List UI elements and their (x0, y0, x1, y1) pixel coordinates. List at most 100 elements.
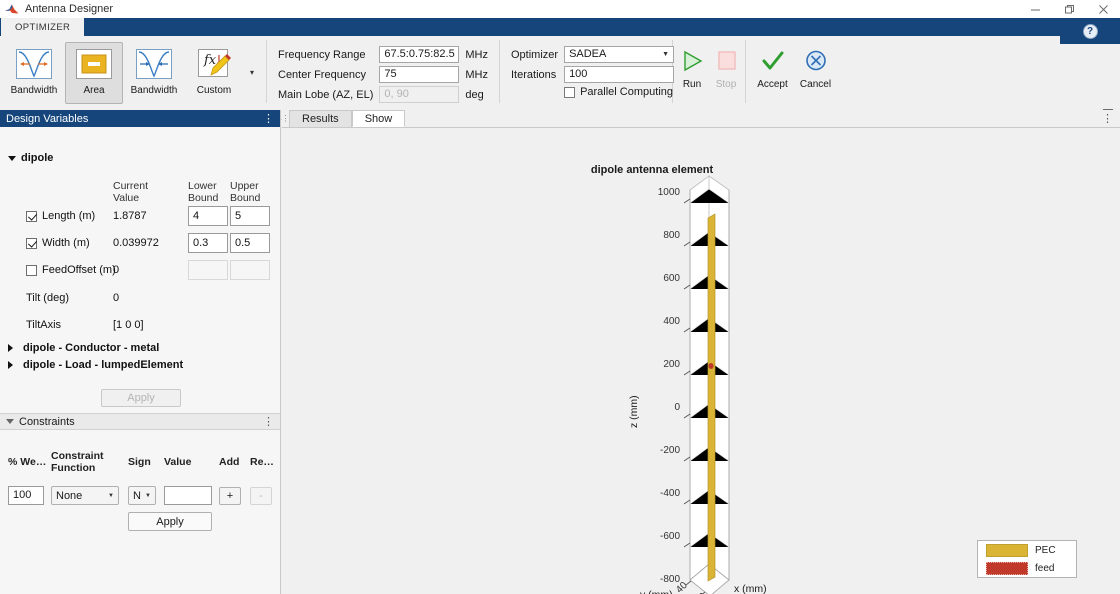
cancel-button[interactable]: Cancel (794, 42, 837, 104)
dv-col-upper-bound: Upper Bound (230, 180, 261, 204)
stop-icon (706, 46, 746, 76)
chevron-right-icon (8, 344, 13, 352)
design-variables-body: dipole Current Value Lower Bound Upper B… (0, 127, 280, 413)
design-variables-panel-header: Design Variables ⋮ (0, 110, 280, 127)
constraints-panel-header[interactable]: Constraints ⋮ (0, 413, 280, 430)
dv-feedoffset-label: FeedOffset (m) (42, 264, 116, 276)
tab-optimizer[interactable]: OPTIMIZER (0, 18, 86, 36)
dv-feedoffset-upper-input[interactable] (230, 260, 270, 280)
iterations-label: Iterations (511, 68, 557, 81)
objective-bandwidth-outward-button[interactable]: Bandwidth (5, 42, 63, 104)
center-frequency-input[interactable]: 75 (379, 66, 460, 83)
design-variables-menu-button[interactable]: ⋮ (263, 112, 274, 125)
z-tick-1000: 1000 (657, 187, 680, 198)
dv-length-label: Length (m) (42, 210, 96, 222)
frequency-range-label: Frequency Range (278, 48, 366, 61)
run-label: Run (682, 78, 702, 90)
objective-custom-label: Custom (196, 84, 232, 96)
dv-tilt-label: Tilt (deg) (26, 292, 69, 304)
dv-row-feedoffset: FeedOffset (m) 0 (0, 259, 281, 281)
parallel-computing-row[interactable]: Parallel Computing (564, 86, 674, 98)
design-variables-title: Design Variables (6, 112, 89, 125)
dv-width-label: Width (m) (42, 237, 90, 249)
dv-subgroup-load-label: dipole - Load - lumpedElement (23, 359, 184, 371)
main-lobe-unit: deg (465, 88, 484, 101)
center-frequency-label: Center Frequency (278, 68, 367, 81)
accept-button[interactable]: Accept (751, 42, 794, 104)
constraint-value-input[interactable] (164, 486, 212, 505)
maximize-button[interactable] (1052, 0, 1086, 18)
optimizer-select-value: SADEA (569, 48, 607, 60)
legend-swatch-feed (986, 561, 1028, 575)
chevron-down-icon: ▼ (108, 492, 114, 499)
plot-legend: PEC feed (977, 540, 1077, 578)
objective-bandwidth-inward-button[interactable]: Bandwidth (125, 42, 183, 104)
ribbon-group-close: Accept Cancel CLOSE (746, 36, 842, 120)
tab-show[interactable]: Show (351, 110, 406, 127)
parallel-computing-checkbox[interactable] (564, 86, 576, 98)
tab-results[interactable]: Results (289, 110, 352, 127)
dv-length-checkbox[interactable] (26, 210, 37, 222)
constraints-apply-button[interactable]: Apply (128, 512, 212, 531)
dv-width-upper-input[interactable]: 0.5 (230, 233, 270, 253)
ribbon-group-run: Run Stop RUN (673, 36, 745, 120)
constraints-col-weight: % We… (8, 456, 47, 468)
dv-tiltaxis-label: TiltAxis (26, 319, 62, 331)
constraint-weight-input[interactable]: 100 (8, 486, 44, 505)
constraints-col-remove: Re… (250, 456, 274, 468)
objective-area-button[interactable]: Area (65, 41, 123, 104)
constraints-col-add: Add (219, 456, 240, 468)
design-variables-apply-button[interactable]: Apply (101, 389, 181, 407)
window-controls (1018, 0, 1120, 18)
close-button[interactable] (1086, 0, 1120, 18)
chevron-down-icon (6, 419, 14, 424)
optimizer-select[interactable]: SADEA ▼ (564, 46, 675, 63)
objective-bandwidth-inward-label: Bandwidth (130, 84, 178, 96)
document-area: ⋮ Results Show ⋮ dipole antenna element (282, 110, 1120, 594)
constraint-add-button[interactable]: + (219, 487, 241, 505)
frequency-range-input[interactable]: 67.5:0.75:82.5 (379, 46, 460, 63)
antenna-3d-plot[interactable]: dipole antenna element 1000 800 600 400 … (282, 128, 1120, 594)
objective-more-gallery-button[interactable]: ▾ (245, 42, 259, 104)
minimize-button[interactable] (1018, 0, 1052, 18)
dv-group-dipole[interactable]: dipole (0, 152, 53, 164)
run-button[interactable]: Run (675, 42, 709, 104)
chevron-down-icon: ▼ (662, 51, 670, 58)
dv-width-checkbox[interactable] (26, 237, 37, 249)
dv-subgroup-load[interactable]: dipole - Load - lumpedElement (8, 359, 183, 371)
iterations-input[interactable]: 100 (564, 66, 675, 83)
dv-length-lower-input[interactable]: 4 (188, 206, 228, 226)
constraints-menu-button[interactable]: ⋮ (263, 415, 274, 428)
main-lobe-input[interactable]: 0, 90 (379, 86, 460, 103)
y-axis-label: y (mm) (640, 589, 673, 594)
constraint-remove-button[interactable]: - (250, 487, 272, 505)
legend-swatch-pec (986, 543, 1028, 557)
dv-subgroup-conductor-label: dipole - Conductor - metal (23, 342, 160, 354)
check-icon (753, 46, 793, 76)
bandwidth-outward-icon (14, 46, 54, 82)
chevron-right-icon (8, 361, 13, 369)
document-tab-menu-button[interactable]: ⋮ (1102, 112, 1113, 125)
z-axis-label: z (mm) (628, 395, 640, 428)
constraint-sign-select[interactable]: N ▼ (128, 486, 156, 505)
x-axis-label: x (mm) (734, 583, 767, 594)
dv-col-lower-bound: Lower Bound (188, 180, 219, 204)
constraints-col-value: Value (164, 456, 192, 468)
z-tick-400: 400 (663, 316, 680, 327)
dv-subgroup-conductor[interactable]: dipole - Conductor - metal (8, 342, 159, 354)
dv-length-upper-input[interactable]: 5 (230, 206, 270, 226)
z-tick-m400: -400 (659, 488, 680, 499)
z-tick-0: 0 (674, 402, 680, 413)
antenna-designer-window: Antenna Designer OPTIMIZER Bandwidth Are… (0, 0, 1120, 594)
dv-feedoffset-lower-input[interactable] (188, 260, 228, 280)
constraint-function-select[interactable]: None ▼ (51, 486, 119, 505)
panel-drag-gripper[interactable]: ⋮ (282, 109, 290, 127)
dv-feedoffset-checkbox[interactable] (26, 264, 37, 276)
objective-custom-button[interactable]: fx Custom (185, 42, 243, 104)
dv-length-current-value: 1.8787 (113, 210, 147, 222)
dv-width-lower-input[interactable]: 0.3 (188, 233, 228, 253)
chevron-down-icon: ▼ (145, 492, 151, 499)
help-button[interactable]: ? (1082, 23, 1098, 39)
constraints-col-function: Constraint Function (51, 450, 104, 474)
stop-button[interactable]: Stop (709, 42, 743, 104)
